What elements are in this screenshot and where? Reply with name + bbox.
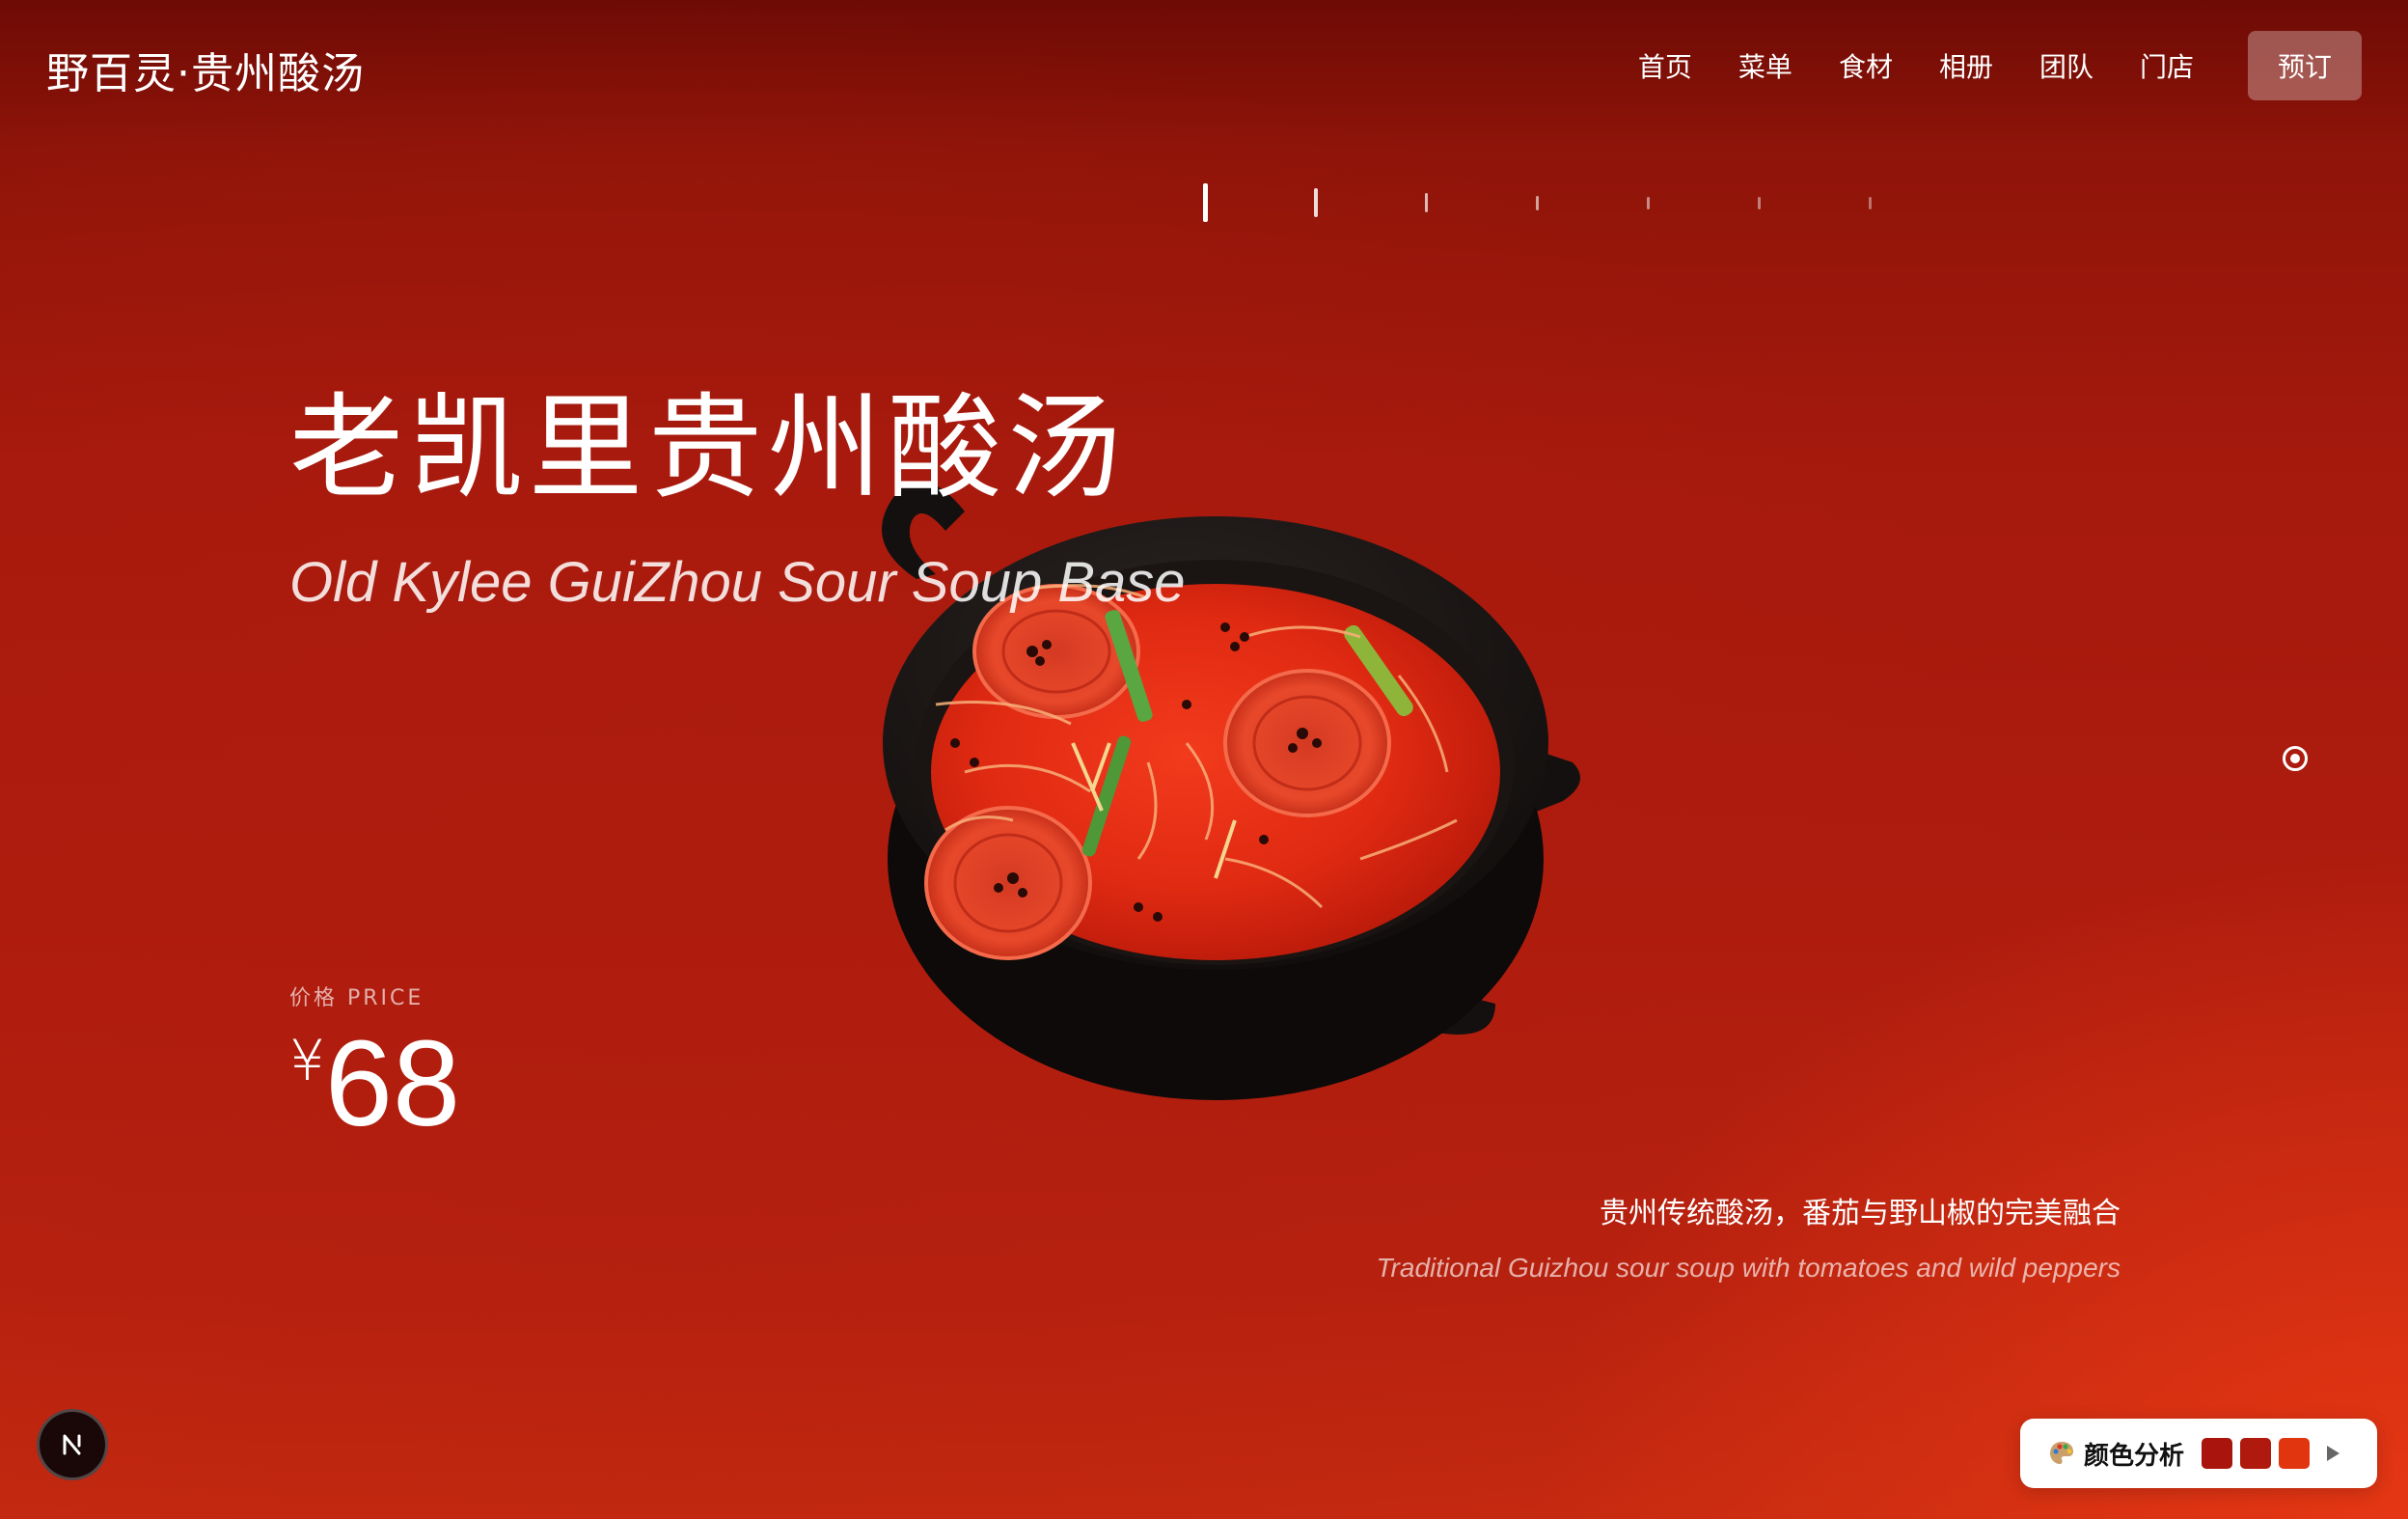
main-nav: 首页 菜单 食材 相册 团队 门店 <box>1638 46 2194 85</box>
color-analysis-widget[interactable]: 颜色分析 <box>2020 1419 2377 1488</box>
reserve-button[interactable]: 预订 <box>2248 31 2362 100</box>
slide-tick-3[interactable] <box>1425 193 1428 212</box>
nav-item-gallery[interactable]: 相册 <box>1939 46 1993 85</box>
nav-item-home[interactable]: 首页 <box>1638 46 1692 85</box>
slide-tick-2[interactable] <box>1314 188 1318 217</box>
color-swatch-1[interactable] <box>2202 1438 2233 1469</box>
slide-tick-6[interactable] <box>1758 197 1761 209</box>
slide-tick-5[interactable] <box>1647 197 1650 209</box>
nav-item-team[interactable]: 团队 <box>2039 46 2093 85</box>
price-value: 68 <box>324 1015 461 1151</box>
n-logo-icon <box>63 1434 81 1455</box>
price: ¥68 <box>289 1023 460 1145</box>
slide-tick-4[interactable] <box>1536 196 1539 210</box>
n-badge-button[interactable] <box>37 1409 108 1480</box>
nav-item-ingredients[interactable]: 食材 <box>1839 46 1893 85</box>
dish-description-en: Traditional Guizhou sour soup with tomat… <box>1376 1253 2121 1283</box>
slide-tick-1[interactable] <box>1203 183 1208 222</box>
color-analysis-label: 颜色分析 <box>2084 1441 2185 1471</box>
price-label: 价格 PRICE <box>289 986 424 1010</box>
dish-description-cn: 贵州传统酸汤，番茄与野山椒的完美融合 <box>1600 1197 2121 1230</box>
color-swatch-2[interactable] <box>2240 1438 2272 1469</box>
price-currency: ¥ <box>289 1028 325 1093</box>
nav-item-menu[interactable]: 菜单 <box>1738 46 1792 85</box>
brand-logo[interactable]: 野百灵·贵州酸汤 <box>46 39 365 100</box>
side-radio-icon[interactable] <box>2283 746 2308 771</box>
dish-title-en: Old Kylee GuiZhou Sour Soup Base <box>289 551 1186 614</box>
slide-indicator <box>1203 183 1878 226</box>
palette-icon <box>2050 1442 2073 1464</box>
color-swatch-3[interactable] <box>2279 1438 2311 1469</box>
play-icon[interactable] <box>2327 1446 2340 1461</box>
dish-title-cn: 老凯里贵州酸汤 <box>289 381 1128 514</box>
slide-tick-7[interactable] <box>1869 197 1872 209</box>
nav-item-stores[interactable]: 门店 <box>2140 46 2194 85</box>
